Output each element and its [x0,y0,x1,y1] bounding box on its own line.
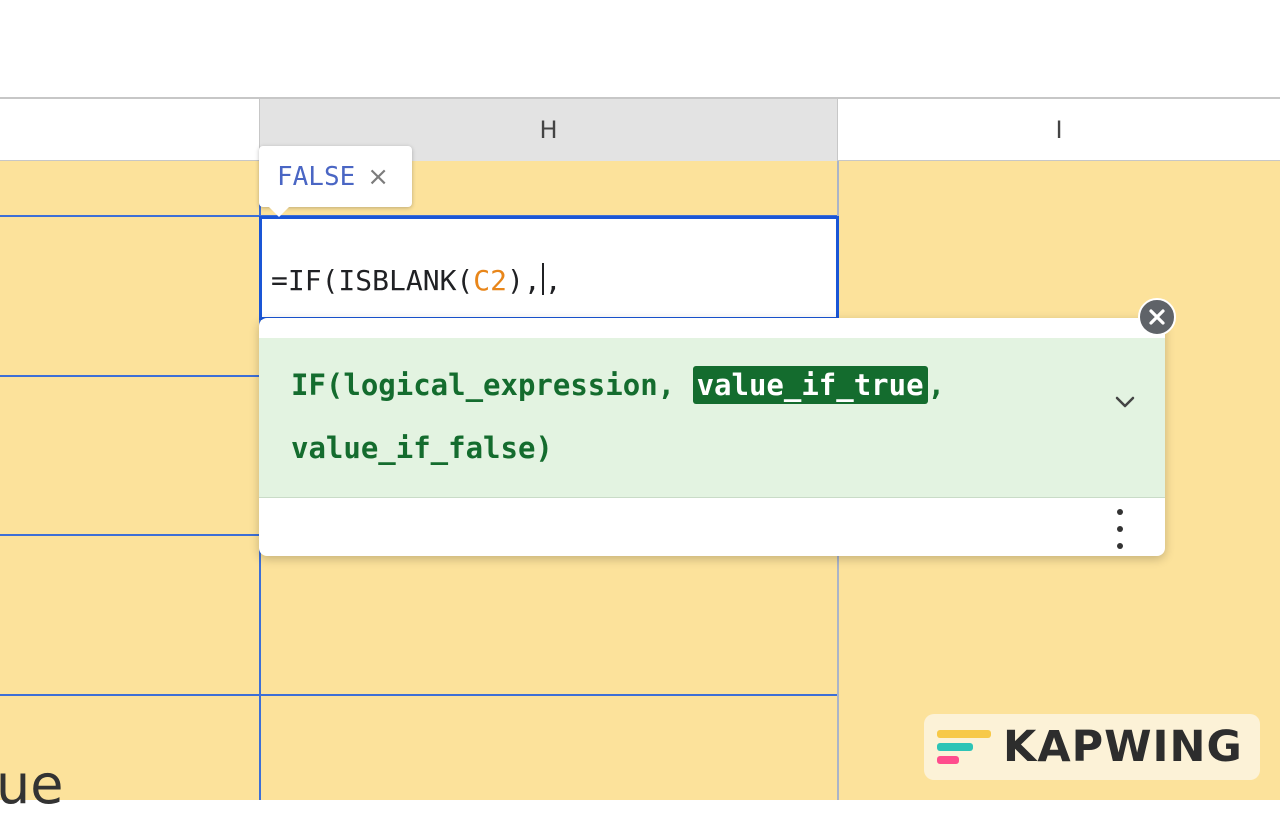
column-header-i[interactable]: I [838,99,1280,161]
formula-input[interactable]: =IF(ISBLANK(C2),, [271,263,562,297]
active-argument: value_if_true [692,366,928,404]
formula-result-preview: FALSE × [259,146,412,217]
column-header-g[interactable] [0,99,260,161]
column-header-row: H I [0,97,1280,161]
top-toolbar-area [0,0,1280,97]
watermark-text: KAPWING [1003,722,1243,772]
chevron-down-icon[interactable] [1114,391,1136,413]
kapwing-watermark: KAPWING [924,714,1260,780]
close-icon[interactable]: × [367,164,389,190]
preview-value: FALSE [277,161,356,192]
active-cell-editor[interactable]: =IF(ISBLANK(C2),, [259,216,839,320]
formula-prefix: =IF(ISBLANK( [271,264,474,297]
close-circle-icon[interactable] [1138,298,1176,336]
more-vertical-icon[interactable] [1111,509,1129,549]
formula-after-caret: , [544,264,562,297]
signature-separator: , [927,368,946,402]
signature-start: IF(logical_expression, [291,368,693,402]
function-help-popup: IF(logical_expression, value_if_true, va… [259,318,1165,556]
kapwing-logo-icon [937,728,991,766]
text-caret [541,263,544,295]
cell-partial-text: ue [0,753,64,816]
formula-after-ref: ), [507,264,541,297]
function-signature-line-1: IF(logical_expression, value_if_true, [291,366,946,404]
formula-cell-reference: C2 [473,264,508,297]
function-signature-panel: IF(logical_expression, value_if_true, va… [259,338,1165,498]
function-signature-line-2: value_if_false) [291,431,553,465]
row-border [0,694,838,696]
